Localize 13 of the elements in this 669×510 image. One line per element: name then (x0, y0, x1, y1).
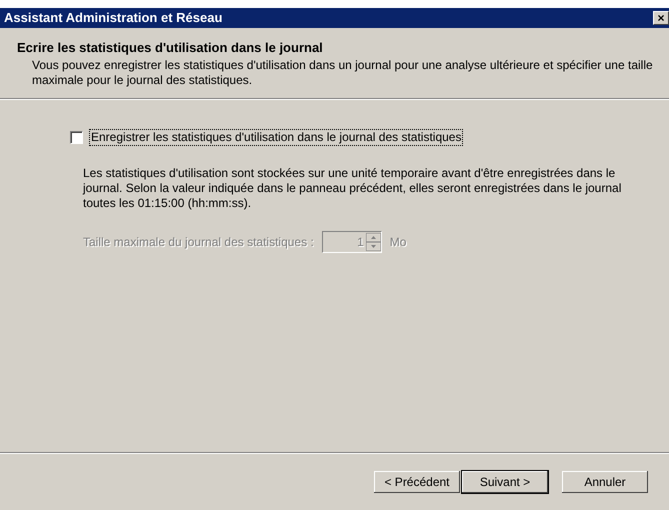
max-size-label: Taille maximale du journal des statistiques : (83, 234, 314, 250)
unit-label: Mo (390, 234, 406, 250)
header-subtitle: Vous pouvez enregistrer les statistiques d'utilisation dans un journal pour une analyse ultérieure et spécifier une taille maximale pour le journal des statistiques. (31, 58, 654, 88)
window-title: Assistant Administration et Réseau (4, 9, 222, 28)
wizard-button[interactable]: Annuler (561, 470, 649, 494)
wizard-button[interactable]: < Précédent (373, 470, 461, 494)
max-size-value: 1 (356, 234, 365, 250)
wizard-button[interactable]: Suivant > (461, 470, 549, 494)
checkbox[interactable] (70, 130, 83, 144)
header-title: Ecrire les statistiques d'utilisation dans le journal (17, 39, 324, 57)
description-text: Les statistiques d'utilisation sont stockées sur une unité temporaire avant d'être enregistrées dans le journal. Selon la valeur indiquée dans le panneau précédent, elles seront enregistrées dans le journal toutes les 01:15:00 (hh:mm:ss). (82, 166, 622, 210)
checkbox-label[interactable]: Enregistrer les statistiques d'utilisation dans le journal des statistiques (89, 128, 464, 146)
close-button[interactable]: × (653, 11, 669, 25)
